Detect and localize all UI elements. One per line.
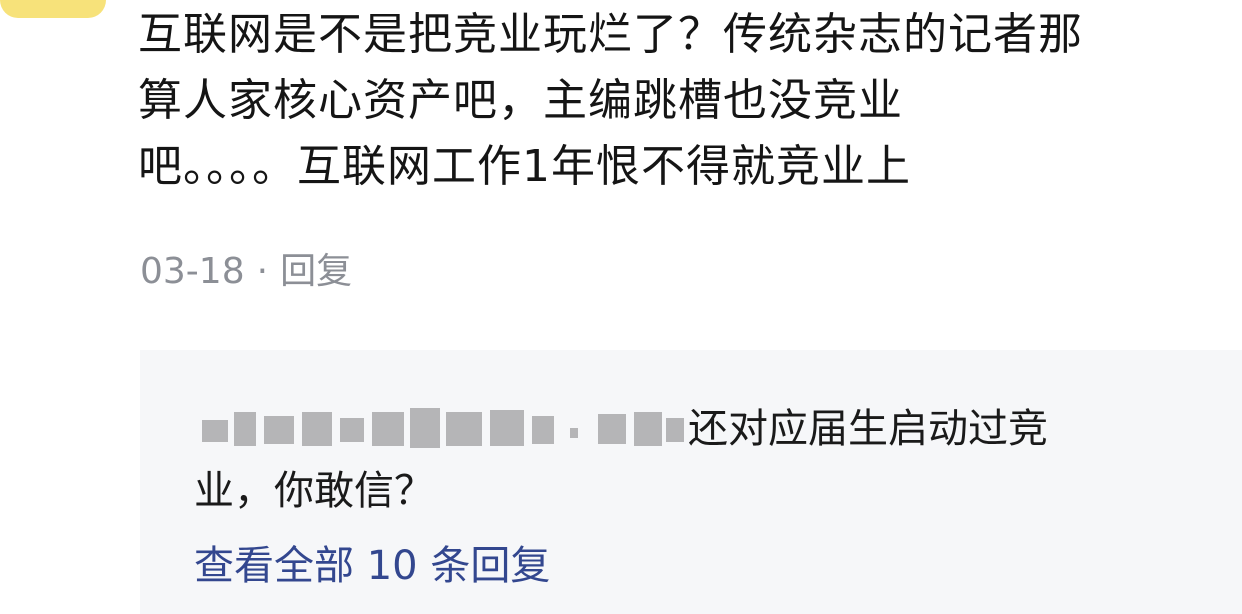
comment-meta: 03-18 · 回复 [140,246,352,298]
reply-text-continued: 业，你敢信？ [194,468,434,514]
comment-body: 互联网是不是把竞业玩烂了？传统杂志的记者那 算人家核心资产吧，主编跳槽也没竞业 … [138,2,1228,200]
comment-line: 吧。。。。互联网工作1年恨不得就竞业上 [138,141,911,192]
reply-button[interactable]: 回复 [280,251,352,292]
redacted-username[interactable] [194,408,688,448]
comment-line: 算人家核心资产吧，主编跳槽也没竞业 [138,75,903,126]
reply-text: 还对应届生启动过竞 [688,406,1048,452]
reply-thread: 还对应届生启动过竞 业，你敢信？ 查看全部 10 条回复 [140,350,1242,614]
comment-line: 互联网是不是把竞业玩烂了？传统杂志的记者那 [138,9,1083,60]
avatar[interactable] [0,0,106,18]
view-all-replies-link[interactable]: 查看全部 10 条回复 [194,538,550,594]
meta-separator: · [256,251,269,292]
reply-item: 还对应届生启动过竞 [194,398,1048,460]
comment-date: 03-18 [140,251,245,292]
